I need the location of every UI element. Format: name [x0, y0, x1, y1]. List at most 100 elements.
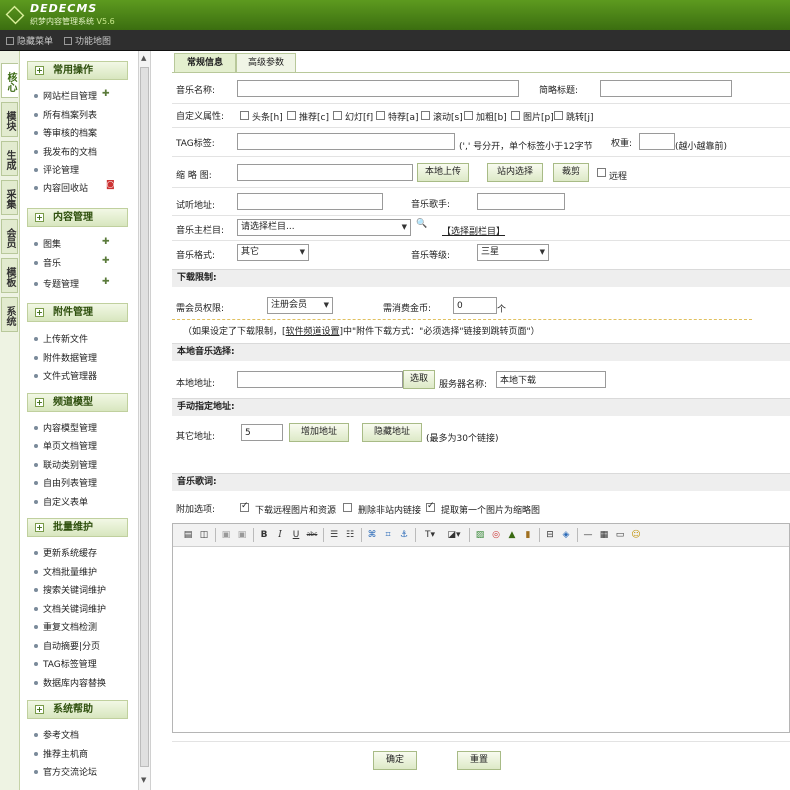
link-icon[interactable]: ⌘: [365, 528, 379, 542]
nav-topics[interactable]: 专题管理: [34, 277, 79, 290]
confirm-button[interactable]: 确定: [373, 751, 417, 770]
left-tab-module[interactable]: 模块: [1, 102, 18, 137]
software-channel-link[interactable]: 软件频道设置: [286, 327, 340, 337]
section-content-manage[interactable]: + 内容管理: [27, 208, 128, 227]
nav-duplicate-check[interactable]: 重复文档检测: [34, 620, 97, 633]
preview-icon[interactable]: ◫: [197, 528, 211, 542]
code-icon[interactable]: ◈: [559, 528, 573, 542]
local-upload-button[interactable]: 本地上传: [417, 163, 469, 182]
download-remote-checkbox[interactable]: [240, 501, 249, 512]
hr-icon[interactable]: —: [581, 528, 595, 542]
add-icon[interactable]: ✚: [102, 237, 110, 247]
grade-select[interactable]: 三星: [477, 244, 549, 261]
nav-my-docs[interactable]: 我发布的文档: [34, 145, 97, 158]
font-color-icon[interactable]: T▾: [419, 528, 441, 542]
section-batch-maintenance[interactable]: + 批量维护: [27, 518, 128, 537]
unlink-icon[interactable]: ⌗: [381, 528, 395, 542]
nav-single-pages[interactable]: 单页文档管理: [34, 439, 97, 452]
search-icon[interactable]: 🔍: [416, 219, 427, 229]
page-break-icon[interactable]: ⊟: [543, 528, 557, 542]
attr-image-checkbox[interactable]: [511, 111, 520, 120]
left-tab-core[interactable]: 核心: [1, 63, 18, 98]
nav-gallery[interactable]: 图集: [34, 237, 61, 250]
attr-bold-checkbox[interactable]: [464, 111, 473, 120]
nav-pending-archives[interactable]: 等审核的档案: [34, 126, 97, 139]
nav-music[interactable]: 音乐: [34, 256, 61, 269]
nav-auto-summary[interactable]: 自动摘要|分页: [34, 639, 100, 652]
section-common-ops[interactable]: + 常用操作: [27, 61, 128, 80]
paste-icon[interactable]: ▣: [219, 528, 233, 542]
left-tab-collect[interactable]: 采集: [1, 180, 18, 215]
remote-checkbox[interactable]: [597, 168, 606, 177]
unordered-list-icon[interactable]: ☷: [343, 528, 357, 542]
select-sub-column-link[interactable]: 【选择副栏目】: [442, 224, 505, 237]
scroll-thumb[interactable]: [140, 67, 149, 767]
nav-search-keywords[interactable]: 搜索关键词维护: [34, 583, 106, 596]
file-icon[interactable]: ▮: [521, 528, 535, 542]
nav-content-models[interactable]: 内容模型管理: [34, 421, 97, 434]
attr-headline-checkbox[interactable]: [240, 111, 249, 120]
attr-special-checkbox[interactable]: [376, 111, 385, 120]
nav-tag-manage[interactable]: TAG标签管理: [34, 657, 97, 670]
source-icon[interactable]: ▤: [181, 528, 195, 542]
site-select-button[interactable]: 站内选择: [487, 163, 543, 182]
smiley-icon[interactable]: ☺: [629, 528, 643, 542]
singer-input[interactable]: [477, 193, 565, 210]
local-addr-input[interactable]: [237, 371, 403, 388]
music-name-input[interactable]: [237, 80, 519, 97]
left-tab-generate[interactable]: 生成: [1, 141, 18, 176]
italic-icon[interactable]: I: [273, 528, 287, 542]
hide-address-button[interactable]: 隐藏地址: [362, 423, 422, 442]
nav-upload-file[interactable]: 上传新文件: [34, 332, 88, 345]
strike-icon[interactable]: abc: [305, 528, 319, 542]
add-address-button[interactable]: 增加地址: [289, 423, 349, 442]
audition-input[interactable]: [237, 193, 383, 210]
pick-button[interactable]: 选取: [403, 370, 435, 389]
attr-recommend-checkbox[interactable]: [287, 111, 296, 120]
nav-batch-docs[interactable]: 文档批量维护: [34, 565, 97, 578]
weight-input[interactable]: [639, 133, 675, 150]
nav-column-manage[interactable]: 网站栏目管理: [34, 89, 97, 102]
scroll-up-icon[interactable]: ▲: [141, 54, 146, 62]
short-title-input[interactable]: [600, 80, 732, 97]
nav-doc-keywords[interactable]: 文档关键词维护: [34, 602, 106, 615]
function-map-button[interactable]: 功能地图: [64, 34, 111, 47]
nav-recycle-bin[interactable]: 内容回收站: [34, 181, 88, 194]
add-icon[interactable]: ✚: [102, 89, 110, 99]
nav-update-cache[interactable]: 更新系统缓存: [34, 546, 97, 559]
nav-all-archives[interactable]: 所有档案列表: [34, 108, 97, 121]
anchor-icon[interactable]: ⚓: [397, 528, 411, 542]
thumb-input[interactable]: [237, 164, 413, 181]
flash-icon[interactable]: ◎: [489, 528, 503, 542]
sidebar-scrollbar[interactable]: ▲ ▼: [138, 51, 151, 790]
server-name-input[interactable]: [496, 371, 606, 388]
nav-forum[interactable]: 官方交流论坛: [34, 765, 97, 778]
add-icon[interactable]: ✚: [102, 277, 110, 287]
paste-text-icon[interactable]: ▣: [235, 528, 249, 542]
fullscreen-icon[interactable]: ▭: [613, 528, 627, 542]
crop-button[interactable]: 裁剪: [553, 163, 589, 182]
tag-input[interactable]: [237, 133, 455, 150]
nav-attachment-data[interactable]: 附件数据管理: [34, 351, 97, 364]
coins-input[interactable]: [453, 297, 497, 314]
first-image-thumb-checkbox[interactable]: [426, 501, 435, 512]
add-icon[interactable]: ✚: [102, 256, 110, 266]
bg-color-icon[interactable]: ◪▾: [443, 528, 465, 542]
nav-reference-docs[interactable]: 参考文档: [34, 728, 79, 741]
attr-scroll-checkbox[interactable]: [421, 111, 430, 120]
tab-advanced[interactable]: 高级参数: [236, 53, 296, 73]
nav-linked-categories[interactable]: 联动类别管理: [34, 458, 97, 471]
section-channel-models[interactable]: + 频道模型: [27, 393, 128, 412]
media-icon[interactable]: ▲: [505, 528, 519, 542]
scroll-down-icon[interactable]: ▼: [141, 776, 146, 784]
other-addr-count-input[interactable]: [241, 424, 283, 441]
nav-hosting[interactable]: 推荐主机商: [34, 747, 88, 760]
left-tab-template[interactable]: 模板: [1, 258, 18, 293]
ordered-list-icon[interactable]: ☰: [327, 528, 341, 542]
nav-db-replace[interactable]: 数据库内容替换: [34, 676, 106, 689]
reset-button[interactable]: 重置: [457, 751, 501, 770]
table-icon[interactable]: ▦: [597, 528, 611, 542]
left-tab-member[interactable]: 会员: [1, 219, 18, 254]
hide-menu-button[interactable]: 隐藏菜单: [6, 34, 53, 47]
remove-links-checkbox[interactable]: [343, 503, 352, 512]
